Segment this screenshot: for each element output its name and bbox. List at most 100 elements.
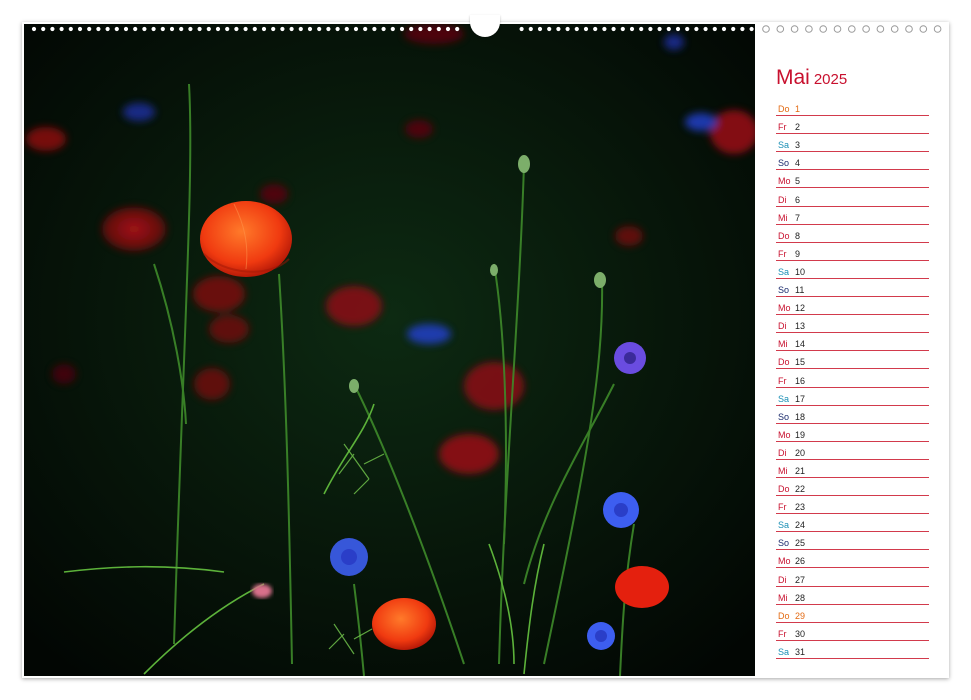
day-number: 28 xyxy=(795,592,806,603)
day-number: 1 xyxy=(795,104,801,115)
day-row: Do 22 xyxy=(776,478,929,497)
binding-hole xyxy=(528,26,533,32)
day-row: Di 13 xyxy=(776,315,929,334)
day-weekday: Do xyxy=(778,230,790,241)
day-row: Mi 14 xyxy=(776,333,929,352)
day-number: 6 xyxy=(795,194,801,205)
day-number: 22 xyxy=(795,484,806,495)
binding-hole xyxy=(648,26,653,32)
day-weekday: Do xyxy=(778,484,790,495)
day-row: Mo 5 xyxy=(776,170,929,189)
month-name: Mai xyxy=(776,66,810,89)
binding-hole xyxy=(41,26,46,32)
binding-hole xyxy=(519,26,524,32)
calendar-panel: Mai 2025 Do 1 Fr 2 Sa 3 So 4 Mo 5 Di 6 Mi 7 Do 8 Fr 9 Sa 10 S… xyxy=(756,36,948,676)
day-weekday: Do xyxy=(778,610,790,621)
day-number: 29 xyxy=(795,610,806,621)
binding-hole xyxy=(721,26,727,32)
binding-hole xyxy=(363,26,368,32)
day-weekday: Sa xyxy=(778,520,790,531)
binding-hole xyxy=(68,26,73,32)
day-weekday: Fr xyxy=(778,248,787,259)
day-number: 21 xyxy=(795,465,806,476)
month-title: Mai 2025 xyxy=(776,66,847,90)
binding-hole xyxy=(790,25,799,33)
binding-hole xyxy=(629,26,635,32)
day-weekday: Do xyxy=(778,357,790,368)
day-number: 26 xyxy=(795,556,806,567)
day-weekday: Mi xyxy=(778,592,788,603)
day-weekday: Sa xyxy=(778,140,790,151)
binding-hole xyxy=(151,26,156,32)
binding-hole xyxy=(848,25,856,33)
binding-hole xyxy=(602,26,607,32)
day-number: 16 xyxy=(795,375,806,386)
binding-hole xyxy=(179,26,184,32)
day-weekday: Di xyxy=(778,447,787,458)
binding-hole xyxy=(31,26,37,32)
day-row: Do 1 xyxy=(776,98,929,117)
day-row: Sa 3 xyxy=(776,134,929,153)
day-number: 13 xyxy=(795,321,806,332)
day-number: 4 xyxy=(795,158,801,169)
binding-hole xyxy=(712,26,717,32)
binding-hole xyxy=(289,26,294,32)
day-number: 5 xyxy=(795,176,801,187)
day-number: 30 xyxy=(795,628,806,639)
binding-hole xyxy=(399,26,405,32)
day-row: Mo 12 xyxy=(776,297,929,316)
binding-hole xyxy=(133,26,138,32)
day-row: Fr 30 xyxy=(776,623,929,641)
binding-hole xyxy=(381,26,386,32)
binding-hole xyxy=(169,26,175,32)
day-number: 24 xyxy=(795,520,806,531)
binding-hole xyxy=(740,26,745,32)
binding-hole xyxy=(805,25,813,33)
day-row: So 18 xyxy=(776,406,929,424)
day-row: Do 29 xyxy=(776,605,929,623)
binding-hole xyxy=(666,26,671,32)
day-row: Sa 10 xyxy=(776,261,929,279)
day-weekday: Sa xyxy=(778,266,790,277)
binding-hole xyxy=(620,26,625,32)
binding-hole xyxy=(639,26,644,32)
day-number: 12 xyxy=(795,303,806,314)
binding-hole xyxy=(390,26,395,32)
day-row: Do 15 xyxy=(776,351,929,370)
day-weekday: So xyxy=(778,285,790,296)
binding-hole xyxy=(703,26,708,32)
binding-hole xyxy=(862,25,870,33)
day-row: Sa 24 xyxy=(776,514,929,533)
poppy-cornflower-photo xyxy=(24,24,755,676)
day-number: 3 xyxy=(795,140,801,151)
binding-hole xyxy=(876,25,885,33)
binding-hole xyxy=(206,26,211,32)
binding-hole xyxy=(583,26,589,32)
day-weekday: Fr xyxy=(778,122,787,133)
binding-hole xyxy=(890,25,899,33)
binding-hole xyxy=(197,26,202,32)
day-number: 14 xyxy=(795,339,806,350)
day-row: Mi 7 xyxy=(776,207,929,225)
binding-hole xyxy=(372,26,377,32)
binding-hole xyxy=(833,25,842,33)
day-weekday: Do xyxy=(778,104,790,115)
day-row: Di 27 xyxy=(776,568,929,587)
binding-hole xyxy=(776,25,785,33)
binding-hole xyxy=(105,26,110,32)
day-row: Di 6 xyxy=(776,188,929,207)
binding-hole xyxy=(455,26,460,32)
day-number: 2 xyxy=(795,122,801,133)
day-weekday: Mo xyxy=(778,429,791,440)
binding-hole xyxy=(96,26,101,32)
binding-hole xyxy=(593,26,598,32)
day-list: Do 1 Fr 2 Sa 3 So 4 Mo 5 Di 6 Mi 7 Do 8 Fr 9 Sa 10 So 11 Mo 12 D… xyxy=(776,98,929,659)
binding-hole xyxy=(445,26,451,32)
binding-hole xyxy=(919,25,928,33)
binding-hole xyxy=(409,26,414,32)
binding-hole xyxy=(565,26,570,32)
binding-hole xyxy=(905,25,913,33)
day-number: 20 xyxy=(795,447,806,458)
binding-hole xyxy=(819,25,828,33)
day-row: Mo 19 xyxy=(776,424,929,442)
